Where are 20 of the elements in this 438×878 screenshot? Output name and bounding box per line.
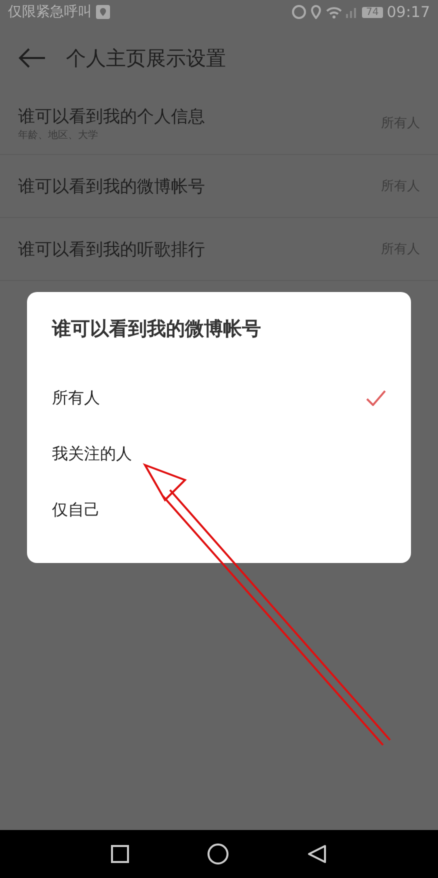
back-arrow-icon[interactable]	[18, 48, 46, 68]
setting-label: 谁可以看到我的微博帐号	[18, 176, 205, 198]
dialog-title: 谁可以看到我的微博帐号	[52, 317, 262, 342]
signal-icon	[346, 6, 358, 18]
back-icon[interactable]	[307, 844, 327, 864]
clock-icon	[292, 5, 306, 19]
wifi-icon	[326, 5, 342, 19]
battery-indicator: 74	[362, 6, 383, 18]
home-icon[interactable]	[207, 843, 229, 865]
setting-label: 谁可以看到我的听歌排行	[18, 238, 205, 260]
map-pin-icon	[96, 5, 110, 19]
option-item[interactable]: 所有人	[52, 370, 386, 426]
location-icon	[310, 5, 322, 19]
status-time: 09:17	[386, 3, 430, 21]
recent-apps-icon[interactable]	[111, 845, 129, 863]
page-title: 个人主页展示设置	[66, 44, 226, 72]
setting-label: 谁可以看到我的个人信息	[18, 106, 205, 128]
option-item[interactable]: 仅自己	[52, 482, 386, 538]
option-item[interactable]: 我关注的人	[52, 426, 386, 482]
status-text: 仅限紧急呼叫	[8, 3, 92, 21]
